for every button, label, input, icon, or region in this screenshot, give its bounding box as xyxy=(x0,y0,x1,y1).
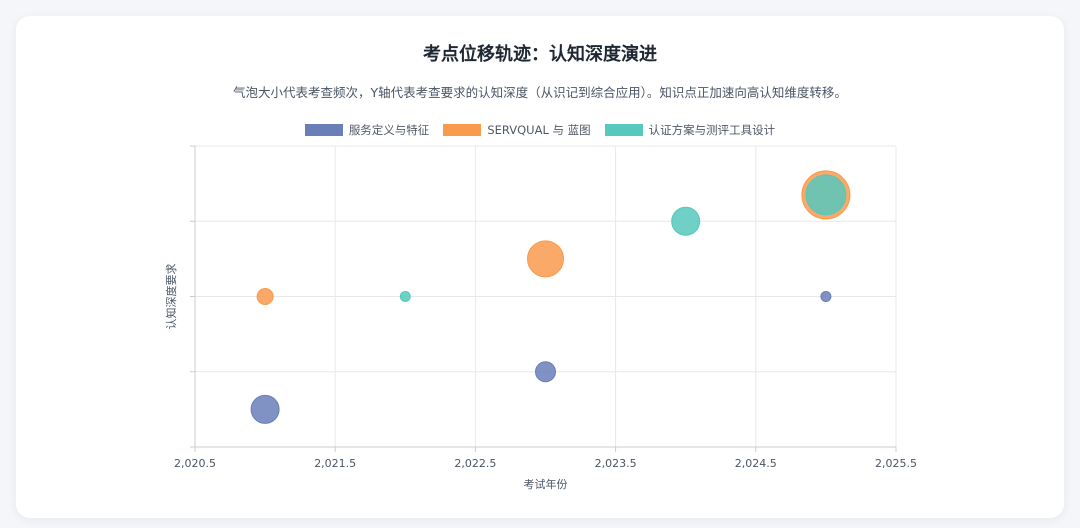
x-tick-label: 2,023.5 xyxy=(595,457,637,470)
bubble-point xyxy=(805,174,847,216)
x-tick-label: 2,021.5 xyxy=(314,457,356,470)
x-tick-label: 2,025.5 xyxy=(875,457,917,470)
x-tick-label: 2,024.5 xyxy=(735,457,777,470)
x-tick-label: 2,020.5 xyxy=(174,457,216,470)
bubble-point xyxy=(256,288,274,305)
bubble-point xyxy=(527,240,564,278)
x-tick-label: 2,022.5 xyxy=(454,457,496,470)
bubble-point xyxy=(399,291,411,302)
bubble-point xyxy=(535,361,556,383)
bubble-chart: 2,020.5 2,021.5 2,022.5 2,023.5 2,024.5 2,025… xyxy=(164,145,917,491)
bubble-point xyxy=(820,291,832,302)
x-axis-title: 考试年份 xyxy=(524,477,568,491)
y-axis-title: 认知深度要求 xyxy=(164,264,178,330)
bubble-point xyxy=(671,206,701,236)
bubble-point xyxy=(250,394,280,424)
